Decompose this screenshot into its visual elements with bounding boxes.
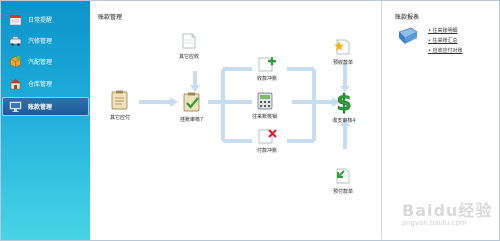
node-label: 预付款单: [333, 189, 354, 195]
clipboard-icon: [111, 90, 128, 110]
monitor-icon: [9, 101, 22, 112]
node-receipt-offset[interactable]: 收款冲账: [256, 56, 278, 82]
calendar-icon: [9, 14, 22, 26]
document-add-icon: [258, 57, 276, 72]
node-other-receivable[interactable]: 其它应收: [179, 32, 199, 60]
document-remove-icon: [258, 129, 277, 144]
flow-arrow: [170, 97, 178, 107]
dollar-icon: $: [336, 91, 352, 114]
node-ledger-writeoff[interactable]: 往来账核销: [252, 92, 277, 120]
sidebar-item-label: 账款管理: [28, 104, 53, 111]
watermark-text: Baidu经验: [402, 201, 493, 220]
report-link-ledger-summary[interactable]: 往来账汇总: [428, 37, 463, 44]
sidebar-item-accounts[interactable]: 账款管理: [2, 97, 89, 116]
node-label-text: 收支审核: [332, 118, 353, 124]
calculator-icon: [257, 92, 272, 110]
sidebar-item-daily-reminder[interactable]: 日常提醒: [3, 11, 86, 28]
parts-box-icon: [10, 56, 21, 68]
status-badge: 4: [352, 118, 356, 124]
document-arrow-icon: [336, 168, 350, 184]
sidebar-item-repair[interactable]: 汽修管理: [3, 32, 86, 49]
document-icon: [182, 33, 196, 49]
node-audit[interactable]: 挂账审核7: [180, 91, 203, 123]
status-badge: 7: [200, 117, 204, 123]
node-receipt-payment-audit[interactable]: $ 收支审核4: [332, 90, 356, 124]
node-label: 付款冲账: [256, 148, 277, 154]
report-links: 往来账明细 往来账汇总 应收应付对账: [428, 27, 463, 57]
book-icon: [398, 27, 418, 44]
sidebar-item-label: 汽修管理: [28, 38, 53, 45]
node-label: 其它应付: [109, 115, 130, 121]
sidebar-item-label: 日常提醒: [28, 17, 53, 24]
node-label: 往来账核销: [252, 114, 278, 120]
sidebar-item-warehouse[interactable]: 仓库管理: [3, 75, 86, 92]
node-label: 收支审核4: [332, 117, 355, 124]
reports-title: 账款报表: [395, 14, 420, 21]
car-icon: [9, 36, 22, 46]
sidebar-item-label: 汽配管理: [28, 59, 53, 66]
watermark-sub: jingyan.baidu.com: [402, 219, 467, 227]
warehouse-icon: [10, 79, 21, 90]
sidebar-item-parts[interactable]: 汽配管理: [3, 53, 86, 70]
node-label: 收款冲账: [256, 76, 277, 82]
node-label: 预收款单: [333, 60, 354, 66]
node-payment-offset[interactable]: 付款冲账: [256, 128, 278, 154]
document-star-icon: [334, 39, 350, 55]
report-link-ledger-detail[interactable]: 往来账明细: [428, 27, 463, 34]
node-advance-receipt[interactable]: 预收款单: [333, 38, 353, 66]
watermark: Baidu经验 jingyan.baidu.com: [402, 197, 492, 227]
sidebar-item-label: 仓库管理: [28, 81, 53, 88]
checklist-icon: [183, 92, 199, 112]
node-other-payable[interactable]: 其它应付: [109, 89, 131, 121]
node-label: 其它应收: [179, 54, 200, 60]
report-link-reconciliation[interactable]: 应收应付对账: [428, 47, 463, 54]
accounts-flow-panel: 账款管理 其它应收 其它应付 挂账审核7 收款冲账 往来账核销 付款冲账 预收款…: [92, 1, 382, 239]
sidebar: 日常提醒 汽修管理 汽配管理 仓库管理 账款管理: [1, 1, 90, 240]
node-label: 挂账审核7: [180, 116, 203, 123]
node-advance-payment[interactable]: 预付款单: [333, 167, 353, 195]
svg-text:$: $: [336, 91, 351, 114]
node-label-text: 挂账审核: [180, 117, 201, 123]
